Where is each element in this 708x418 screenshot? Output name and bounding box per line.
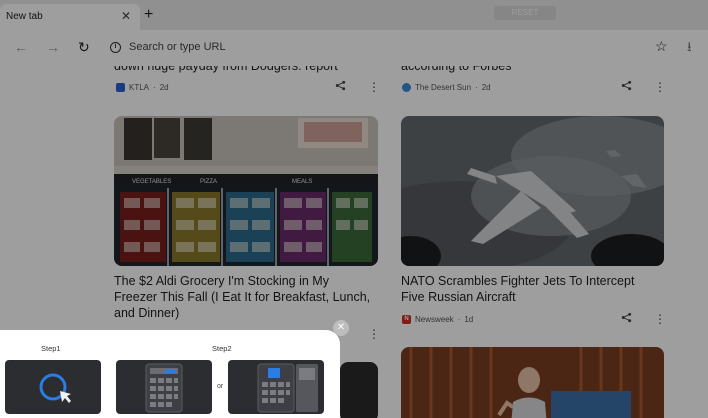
article-source: The Desert Sun · 2d bbox=[402, 83, 491, 92]
info-icon[interactable]: i bbox=[110, 42, 121, 53]
new-tab-icon[interactable]: + bbox=[144, 6, 153, 24]
tab-new-tab[interactable]: New tab ✕ bbox=[0, 4, 140, 30]
close-tab-icon[interactable]: ✕ bbox=[121, 9, 131, 23]
article-age: 2d bbox=[481, 83, 491, 92]
bookmark-star-icon[interactable]: ☆ bbox=[655, 38, 668, 55]
sign-vegetables: VEGETABLES bbox=[132, 179, 171, 185]
step2-option-a-illustration bbox=[116, 360, 212, 414]
tutorial-panel: Step1 Step2 or bbox=[0, 330, 340, 418]
source-name: Newsweek bbox=[415, 315, 454, 324]
or-separator: or bbox=[217, 383, 224, 390]
article-image-partial[interactable] bbox=[340, 362, 378, 418]
step2-label: Step2 bbox=[212, 344, 232, 353]
screen: New tab ✕ + RESET ← → ↻ i Search or type… bbox=[0, 0, 708, 418]
article-title-line[interactable]: and Dinner) bbox=[114, 305, 179, 321]
source-name: The Desert Sun bbox=[415, 83, 472, 92]
fighter-jets-illustration bbox=[401, 116, 664, 266]
article-source: N Newsweek · 1d bbox=[402, 315, 473, 324]
article-age: 1d bbox=[464, 315, 474, 324]
step1-illustration bbox=[5, 360, 101, 414]
more-options-icon[interactable]: ⋮ bbox=[368, 327, 380, 341]
sign-meals: MEALS bbox=[292, 179, 312, 185]
share-icon[interactable] bbox=[621, 80, 632, 94]
tab-bar: New tab ✕ + RESET bbox=[0, 0, 708, 30]
article-title[interactable]: down huge payday from Dodgers: report bbox=[114, 66, 338, 74]
step2-option-b-illustration bbox=[228, 360, 324, 414]
back-icon[interactable]: ← bbox=[14, 39, 28, 55]
reset-label: RESET bbox=[511, 8, 539, 17]
article-image-speaker[interactable] bbox=[401, 347, 664, 418]
close-icon: ✕ bbox=[336, 322, 346, 333]
article-title-line[interactable]: Freezer This Fall (I Eat It for Breakfas… bbox=[114, 289, 370, 305]
newsweek-logo-icon: N bbox=[402, 315, 411, 324]
tab-title: New tab bbox=[6, 11, 43, 22]
source-separator: · bbox=[457, 315, 461, 324]
hand-cursor-icon bbox=[60, 391, 71, 403]
article-age: 2d bbox=[159, 83, 169, 92]
reload-icon[interactable]: ↻ bbox=[78, 39, 90, 56]
freezer-aisle-illustration: VEGETABLES PIZZA MEALS bbox=[114, 116, 378, 266]
source-separator: · bbox=[153, 83, 156, 92]
article-source: KTLA · 2d bbox=[116, 83, 169, 92]
article-title-line[interactable]: Five Russian Aircraft bbox=[401, 289, 516, 305]
article-title[interactable]: according to Forbes bbox=[401, 66, 511, 74]
share-icon-glyph bbox=[621, 312, 632, 323]
article-image-grocery-freezer[interactable]: VEGETABLES PIZZA MEALS bbox=[114, 116, 378, 266]
step2-option-b-graphic bbox=[257, 363, 318, 413]
reset-button[interactable]: RESET bbox=[494, 6, 556, 20]
share-icon-glyph bbox=[335, 80, 346, 91]
share-icon-glyph bbox=[621, 80, 632, 91]
url-bar-input[interactable]: Search or type URL bbox=[129, 41, 226, 53]
more-options-icon[interactable]: ⋮ bbox=[368, 80, 380, 94]
forward-icon[interactable]: → bbox=[46, 39, 60, 55]
close-panel-button[interactable]: ✕ bbox=[333, 320, 349, 336]
article-title-line[interactable]: The $2 Aldi Grocery I'm Stocking in My bbox=[114, 273, 329, 289]
source-separator: · bbox=[475, 83, 478, 92]
source-name: KTLA bbox=[129, 83, 150, 92]
article-image-fighter-jets[interactable] bbox=[401, 116, 664, 266]
article-title-line[interactable]: NATO Scrambles Fighter Jets To Intercept bbox=[401, 273, 634, 289]
download-icon[interactable]: ⭳ bbox=[687, 38, 692, 60]
speaker-illustration bbox=[401, 347, 664, 418]
step2-option-a-graphic bbox=[145, 363, 183, 413]
step1-graphic bbox=[39, 373, 71, 403]
browser-toolbar: ← → ↻ i Search or type URL ☆ ⭳ bbox=[0, 30, 708, 66]
share-icon[interactable] bbox=[621, 312, 632, 326]
more-options-icon[interactable]: ⋮ bbox=[654, 312, 666, 326]
desert-sun-logo-icon bbox=[402, 83, 411, 92]
sign-pizza: PIZZA bbox=[200, 179, 217, 185]
more-options-icon[interactable]: ⋮ bbox=[654, 80, 666, 94]
step1-label: Step1 bbox=[41, 344, 61, 353]
share-icon[interactable] bbox=[335, 80, 346, 94]
ktla-logo-icon bbox=[116, 83, 125, 92]
